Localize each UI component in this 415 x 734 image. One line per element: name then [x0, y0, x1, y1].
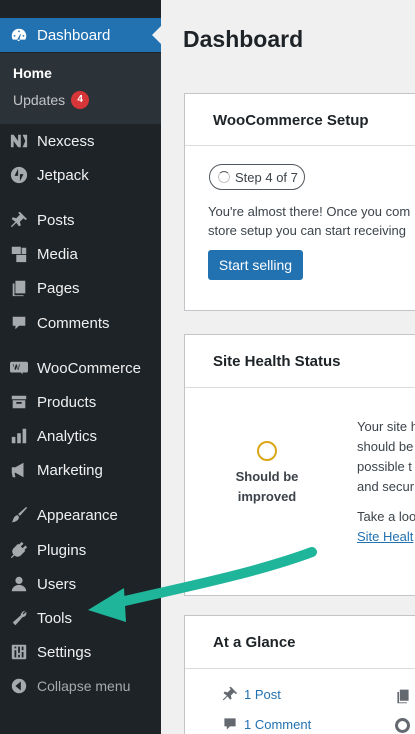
submenu-item-home[interactable]: Home — [13, 65, 52, 81]
sidebar-item-label: Appearance — [37, 506, 118, 524]
sidebar-item-marketing[interactable]: Marketing — [0, 453, 161, 487]
sidebar-item-posts[interactable]: Posts — [0, 203, 161, 237]
sidebar-item-label: Media — [37, 245, 78, 263]
admin-sidebar: Dashboard Home Updates 4 Nexcess Jetpack — [0, 0, 161, 734]
megaphone-icon — [10, 461, 28, 479]
glance-posts-link[interactable]: 1 Post — [222, 686, 281, 702]
sidebar-item-tools[interactable]: Tools — [0, 601, 161, 635]
setup-description-line: You're almost there! Once you com — [208, 204, 411, 219]
plug-icon — [10, 541, 28, 559]
setup-step-pill: Step 4 of 7 — [209, 164, 305, 190]
sidebar-item-label: Tools — [37, 609, 73, 627]
sidebar-item-label: Plugins — [37, 541, 87, 559]
start-selling-button[interactable]: Start selling — [208, 250, 303, 280]
site-health-link[interactable]: Site Healt — [357, 527, 413, 547]
glance-comments-label: 1 Comment — [244, 716, 312, 732]
card-divider — [185, 145, 415, 146]
setup-description-line: store setup you can start receiving — [208, 223, 406, 238]
sidebar-item-label: Dashboard — [37, 26, 111, 44]
health-text-line: and secur — [357, 479, 415, 494]
sliders-icon — [10, 643, 28, 661]
sidebar-item-appearance[interactable]: Appearance — [0, 498, 161, 532]
glance-comments-link[interactable]: 1 Comment — [222, 716, 311, 732]
updates-count-badge: 4 — [71, 91, 90, 109]
sidebar-item-analytics[interactable]: Analytics — [0, 419, 161, 453]
sidebar-item-label: Posts — [37, 211, 75, 229]
comment-icon — [222, 716, 238, 732]
submenu-label: Updates — [13, 92, 66, 108]
glance-posts-label: 1 Post — [244, 686, 281, 702]
sidebar-item-label: Comments — [37, 314, 110, 332]
woocommerce-icon — [10, 359, 28, 377]
page-title: Dashboard — [183, 26, 304, 52]
collapse-menu-button[interactable]: Collapse menu — [0, 669, 161, 703]
sidebar-item-woocommerce[interactable]: WooCommerce — [0, 351, 161, 385]
active-menu-notch — [152, 26, 161, 44]
sidebar-item-label: Jetpack — [37, 166, 89, 184]
comment-icon — [10, 314, 28, 332]
woocommerce-setup-card: WooCommerce Setup Step 4 of 7 You're alm… — [184, 93, 415, 311]
sidebar-item-comments[interactable]: Comments — [0, 306, 161, 340]
sidebar-item-products[interactable]: Products — [0, 385, 161, 419]
circle-icon — [395, 718, 410, 733]
health-text-line: possible t — [357, 459, 412, 474]
sidebar-item-settings[interactable]: Settings — [0, 635, 161, 669]
sidebar-item-label: Nexcess — [37, 132, 95, 150]
pin-icon — [222, 686, 238, 702]
sidebar-item-label: Marketing — [37, 461, 103, 479]
progress-spinner-icon — [218, 171, 230, 183]
sidebar-item-label: Settings — [37, 643, 92, 661]
sidebar-item-media[interactable]: Media — [0, 237, 161, 271]
at-a-glance-card: At a Glance 1 Post 1 Comment — [184, 615, 415, 734]
sidebar-item-users[interactable]: Users — [0, 567, 161, 601]
jetpack-icon — [10, 166, 28, 184]
health-text-line: should be — [357, 439, 414, 454]
health-text-line: Your site h — [357, 419, 415, 434]
sidebar-item-pages[interactable]: Pages — [0, 271, 161, 305]
pages-icon — [10, 279, 28, 297]
pages-icon — [395, 688, 411, 704]
bar-chart-icon — [10, 427, 28, 445]
health-text-line: Take a loo — [357, 509, 415, 524]
card-title: WooCommerce Setup — [213, 112, 369, 129]
media-icon — [10, 245, 28, 263]
card-divider — [185, 668, 415, 669]
sidebar-item-dashboard[interactable]: Dashboard — [0, 18, 161, 52]
sidebar-item-jetpack[interactable]: Jetpack — [0, 158, 161, 192]
card-divider — [185, 387, 415, 388]
collapse-menu-label: Collapse menu — [37, 678, 131, 694]
sidebar-item-label: Analytics — [37, 427, 98, 445]
card-title: Site Health Status — [213, 353, 341, 370]
nexcess-icon — [10, 132, 28, 150]
sidebar-item-label: Users — [37, 575, 77, 593]
paintbrush-icon — [10, 506, 28, 524]
submenu-label: Home — [13, 65, 52, 81]
step-text: Step 4 of 7 — [235, 169, 298, 185]
sidebar-item-nexcess[interactable]: Nexcess — [0, 124, 161, 158]
archive-icon — [10, 393, 28, 411]
submenu-item-updates[interactable]: Updates 4 — [13, 91, 90, 109]
dashboard-gauge-icon — [10, 26, 28, 44]
health-status-label: Should be improved — [235, 469, 299, 504]
sidebar-item-plugins[interactable]: Plugins — [0, 533, 161, 567]
card-title: At a Glance — [213, 634, 296, 651]
pin-icon — [10, 211, 28, 229]
user-icon — [10, 575, 28, 593]
sidebar-item-label: Pages — [37, 279, 80, 297]
wrench-icon — [10, 609, 28, 627]
health-status-circle-icon — [257, 441, 277, 461]
sidebar-item-label: Products — [37, 393, 97, 411]
site-health-card: Site Health Status Should be improved Yo… — [184, 334, 415, 596]
dashboard-submenu: Home Updates 4 — [0, 53, 161, 124]
sidebar-item-label: WooCommerce — [37, 359, 141, 377]
collapse-arrow-icon — [10, 677, 28, 695]
